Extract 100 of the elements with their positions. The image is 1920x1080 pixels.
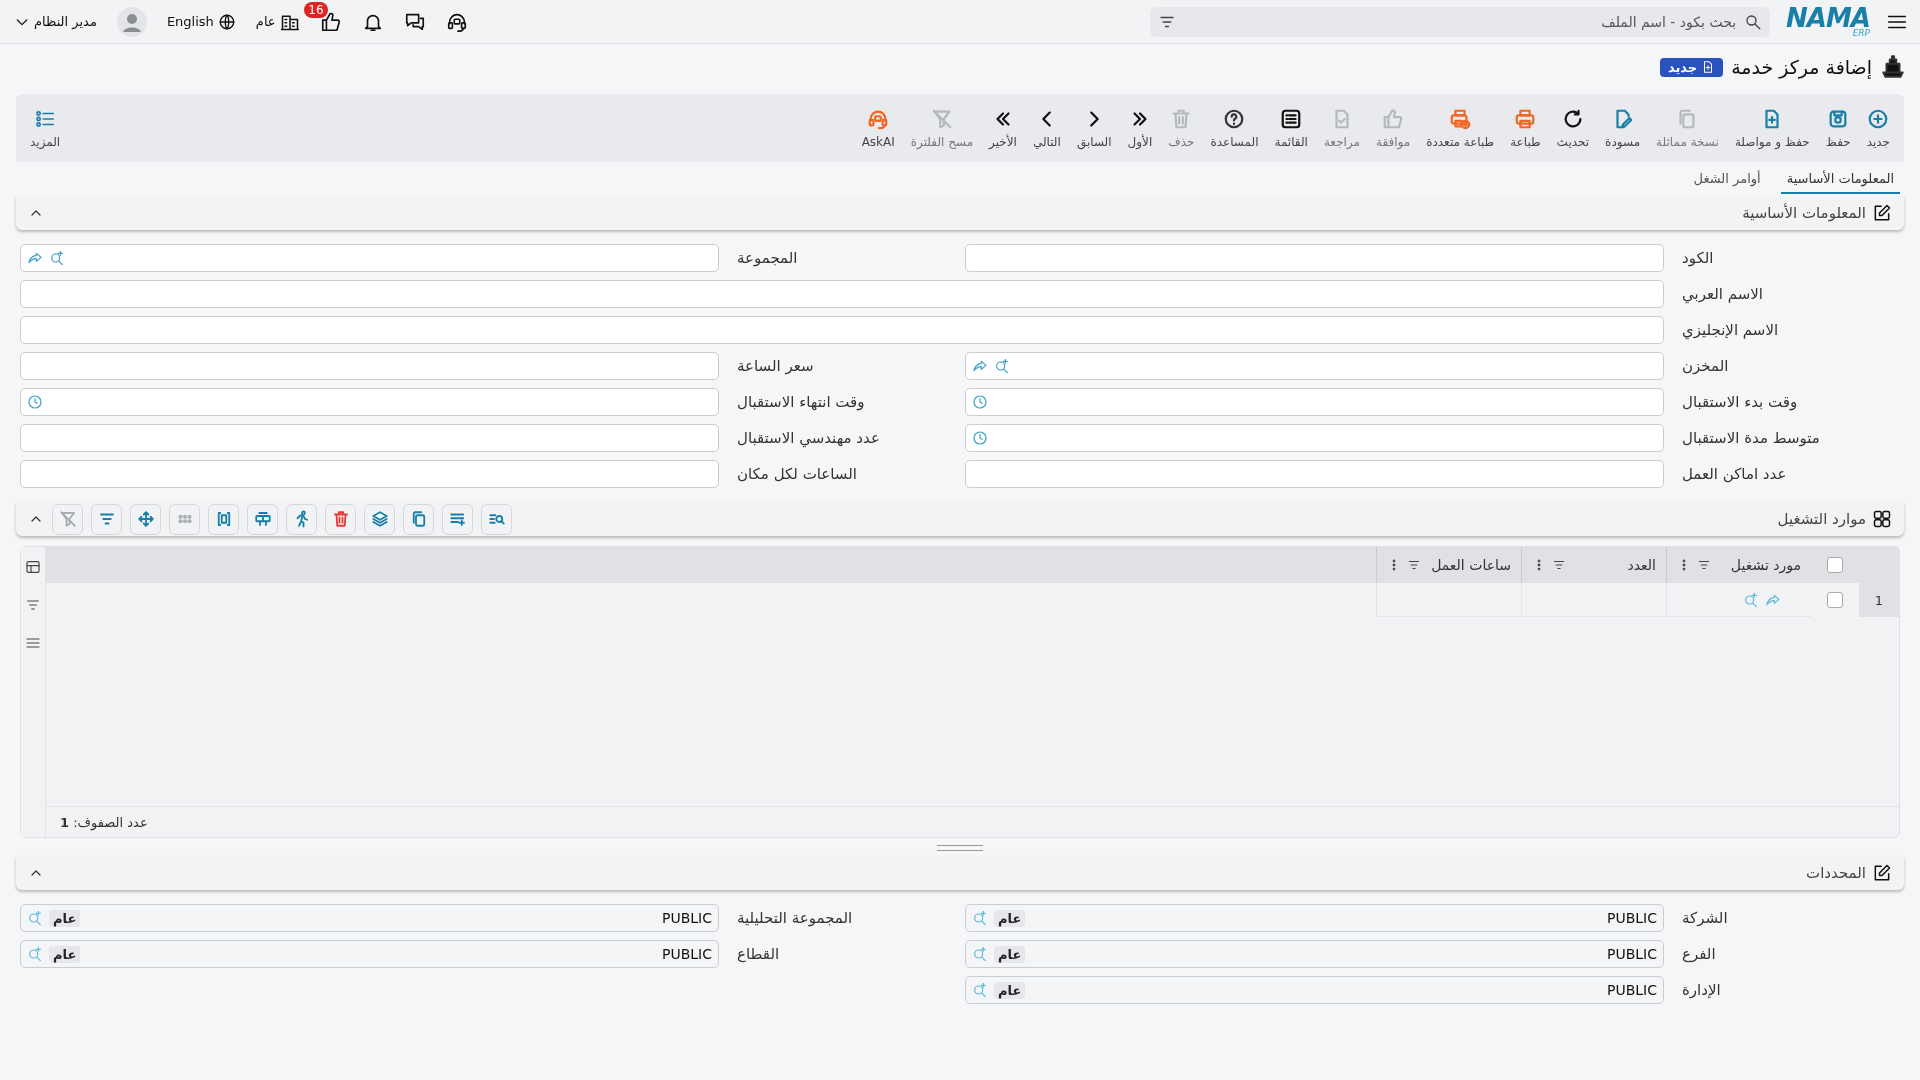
avatar-icon[interactable]: [116, 6, 147, 37]
section-title: موارد التشغيل: [1777, 510, 1866, 528]
grid-tool-button[interactable]: [130, 503, 161, 535]
search-plus-icon[interactable]: [49, 250, 65, 266]
grid-tool-button[interactable]: [286, 503, 317, 535]
toolbar-button[interactable]: الأول: [1119, 107, 1161, 149]
input-field[interactable]: [965, 388, 1664, 416]
input-field[interactable]: [20, 352, 719, 380]
toolbar-button[interactable]: مسودة: [1597, 107, 1649, 149]
tag: عام: [994, 945, 1026, 963]
grid-tool-button[interactable]: [364, 503, 395, 535]
field-label: الكود: [1681, 249, 1715, 267]
field-label: الاسم الإنجليزي: [1681, 321, 1780, 339]
toolbar-button[interactable]: حفظ: [1817, 107, 1859, 149]
field-label: الفرع: [1681, 945, 1717, 963]
toolbar-button[interactable]: طباعة: [1502, 107, 1549, 149]
toolbar-button[interactable]: المساعدة: [1202, 107, 1267, 149]
toolbar-button[interactable]: تحديث: [1548, 107, 1598, 149]
input-field[interactable]: [965, 424, 1664, 452]
status-badge: جديد: [1659, 57, 1724, 77]
grid-tool-button[interactable]: [325, 503, 356, 535]
search-plus-icon[interactable]: [994, 358, 1010, 374]
field-label: وقت انتهاء الاستقبال: [736, 393, 866, 411]
grid-tool-button[interactable]: [91, 503, 122, 535]
grid-tool-button[interactable]: [442, 503, 473, 535]
toolbar-button[interactable]: طباعة متعددة: [1418, 107, 1503, 149]
tag: عام: [49, 945, 81, 963]
tag: عام: [994, 981, 1026, 999]
field-label: المجموعة: [736, 249, 799, 267]
checkbox[interactable]: [1827, 557, 1843, 573]
toolbar-button[interactable]: السابق: [1068, 107, 1120, 149]
checkbox[interactable]: [1827, 592, 1843, 608]
notification-badge: 16: [304, 1, 328, 18]
search-plus-icon[interactable]: [27, 910, 43, 926]
input-field[interactable]: [20, 424, 719, 452]
language-button[interactable]: English: [166, 12, 236, 31]
tab[interactable]: المعلومات الأساسية: [1780, 164, 1900, 194]
section-title: المحددات: [1806, 864, 1866, 882]
clock-icon[interactable]: [972, 430, 988, 446]
search-plus-icon[interactable]: [1743, 591, 1759, 608]
more-button[interactable]: المزيد: [22, 107, 69, 149]
toolbar-button[interactable]: حفظ و مواصلة: [1726, 107, 1818, 149]
clock-icon[interactable]: [27, 394, 43, 410]
input-field[interactable]: [20, 316, 1664, 344]
search-plus-icon[interactable]: [972, 982, 988, 998]
filter-icon[interactable]: [1407, 558, 1421, 572]
grid-tool-button[interactable]: [481, 503, 512, 535]
grid-tool-button[interactable]: [52, 503, 83, 535]
grid-icon: [1872, 509, 1892, 529]
input-field[interactable]: [20, 388, 719, 416]
tab[interactable]: أوامر الشغل: [1687, 164, 1767, 194]
search-plus-icon[interactable]: [27, 946, 43, 962]
field-label: متوسط مدة الاستقبال: [1681, 429, 1821, 447]
input-field[interactable]: [20, 460, 719, 488]
field-label: عدد مهندسي الاستقبال: [736, 429, 881, 447]
resize-handle[interactable]: [937, 845, 983, 851]
edit-icon: [1872, 203, 1892, 223]
table-icon[interactable]: [25, 559, 41, 575]
input-field[interactable]: [965, 460, 1664, 488]
field-label: سعر الساعة: [736, 357, 815, 375]
grid-tool-button[interactable]: [169, 503, 200, 535]
user-menu[interactable]: مدير النظام: [14, 13, 97, 30]
search-plus-icon[interactable]: [972, 910, 988, 926]
ship-icon: [1880, 54, 1906, 80]
toolbar-button[interactable]: التالي: [1024, 107, 1069, 149]
column-header[interactable]: مورد تشغيل: [1666, 547, 1811, 583]
page-title: إضافة مركز خدمة: [1731, 56, 1872, 78]
share-arrow-icon[interactable]: [27, 250, 43, 266]
column-header[interactable]: العدد: [1521, 547, 1666, 583]
globe-icon: [217, 12, 236, 31]
input-field[interactable]: [965, 244, 1664, 272]
toolbar-button[interactable]: AskAI: [853, 107, 903, 149]
toolbar-button[interactable]: الأخير: [981, 107, 1025, 149]
grid-tool-button[interactable]: [403, 503, 434, 535]
field-label: المخزن: [1681, 357, 1730, 375]
grid-tool-button[interactable]: [247, 503, 278, 535]
filter-icon[interactable]: [1697, 558, 1711, 572]
field-label: القطاع: [736, 945, 781, 963]
toolbar-button[interactable]: القائمة: [1266, 107, 1316, 149]
share-arrow-icon[interactable]: [972, 358, 988, 374]
edit-icon: [1872, 863, 1892, 883]
search-field[interactable]: بحث بكود - اسم الملف: [1150, 6, 1771, 37]
input-field[interactable]: [965, 352, 1664, 380]
toolbar-button[interactable]: جديد: [1858, 107, 1898, 149]
search-plus-icon[interactable]: [972, 946, 988, 962]
input-field[interactable]: [20, 280, 1664, 308]
input-field[interactable]: [20, 244, 719, 272]
company-button[interactable]: عام: [255, 11, 300, 32]
field-label: الإدارة: [1681, 981, 1722, 999]
clock-icon[interactable]: [972, 394, 988, 410]
field-label: الساعات لكل مكان: [736, 465, 858, 483]
tag: عام: [994, 909, 1026, 927]
grid-tool-button[interactable]: [208, 503, 239, 535]
field-label: وقت بدء الاستقبال: [1681, 393, 1799, 411]
logo[interactable]: NAMA ERP: [1786, 6, 1870, 37]
section-title: المعلومات الأساسية: [1742, 204, 1866, 222]
filter-icon[interactable]: [1552, 558, 1566, 572]
tag: عام: [49, 909, 81, 927]
field-label: المجموعة التحليلية: [736, 909, 854, 927]
column-header[interactable]: ساعات العمل: [1376, 547, 1521, 583]
